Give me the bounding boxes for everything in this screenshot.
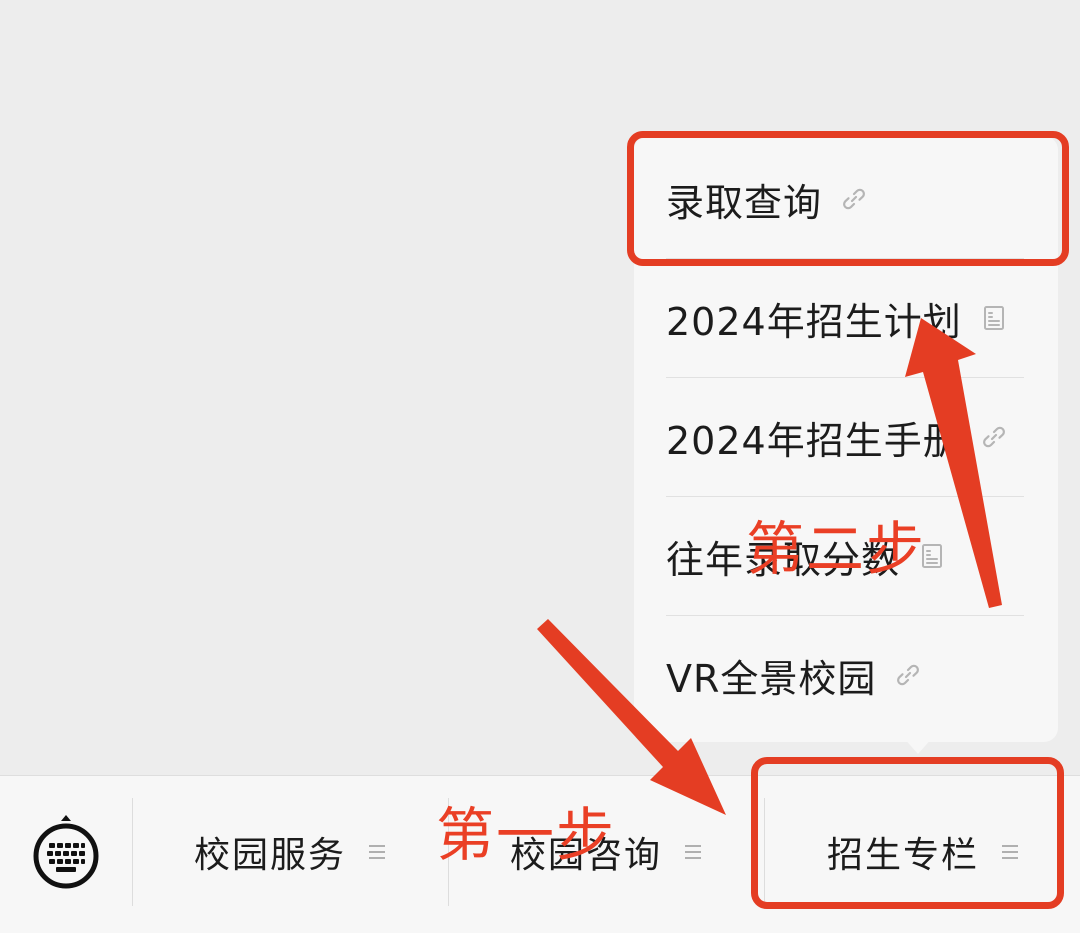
popup-caret <box>902 736 934 754</box>
link-icon <box>894 661 922 689</box>
step2-label: 第二步 <box>746 515 927 583</box>
menu-item-label: VR全景校园 <box>666 656 877 701</box>
menu-lines-icon <box>684 844 702 860</box>
link-icon <box>980 423 1008 451</box>
keyboard-toggle-button[interactable] <box>30 812 102 894</box>
menu-lines-icon <box>368 844 386 860</box>
menu-item-vr-campus[interactable]: VR全景校园 <box>634 616 1058 734</box>
highlight-box-admissions-tab <box>751 757 1064 909</box>
document-icon <box>980 304 1008 332</box>
keyboard-icon <box>33 815 99 889</box>
menu-item-label: 2024年招生手册 <box>666 418 962 463</box>
step1-label: 第一步 <box>436 801 617 869</box>
tab-campus-services[interactable]: 校园服务 <box>134 796 446 908</box>
menu-item-enrollment-handbook[interactable]: 2024年招生手册 <box>634 378 1058 496</box>
bar-divider <box>132 798 133 906</box>
tab-label: 校园服务 <box>193 835 346 876</box>
menu-item-label: 2024年招生计划 <box>666 299 962 344</box>
highlight-box-admission-query <box>627 131 1069 266</box>
menu-item-enrollment-plan[interactable]: 2024年招生计划 <box>634 259 1058 377</box>
